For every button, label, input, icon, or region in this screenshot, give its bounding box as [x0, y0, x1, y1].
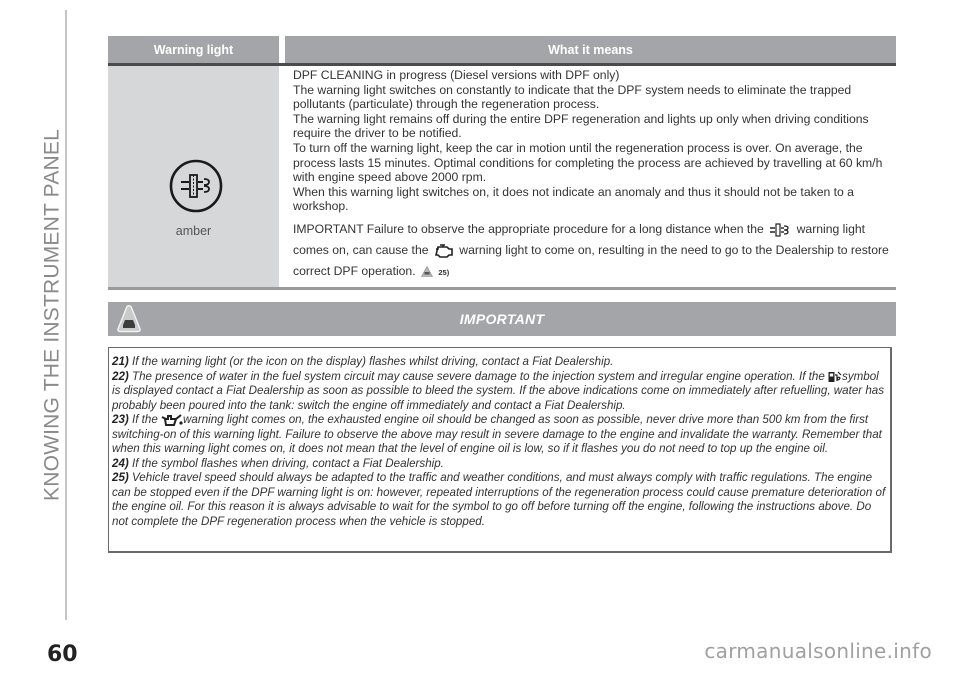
- note-reference[interactable]: 25): [438, 268, 449, 277]
- oil-pressure-icon: [161, 414, 183, 426]
- description-cell: DPF CLEANING in progress (Diesel version…: [279, 66, 896, 287]
- note-text: If the: [132, 413, 158, 426]
- section-title: KNOWING THE INSTRUMENT PANEL: [41, 10, 67, 620]
- important-paragraph: IMPORTANT Failure to observe the appropr…: [293, 219, 896, 283]
- warning-triangle-icon: [421, 266, 433, 278]
- description-paragraph: DPF CLEANING in progress (Diesel version…: [293, 68, 620, 82]
- page-number: 60: [47, 642, 78, 667]
- note-text: warning light comes on, the exhausted en…: [112, 413, 882, 455]
- note-item: 22) The presence of water in the fuel sy…: [112, 370, 890, 414]
- important-title: IMPORTANT: [459, 311, 545, 327]
- important-notes: 21) If the warning light (or the icon on…: [108, 347, 892, 553]
- lamp-color-label: amber: [175, 224, 212, 238]
- description-paragraph: To turn off the warning light, keep the …: [293, 140, 883, 185]
- warning-light-cell: amber: [108, 66, 279, 287]
- header-warning-light: Warning light: [108, 36, 279, 63]
- important-banner: IMPORTANT: [108, 302, 896, 336]
- note-text: If the warning light (or the icon on the…: [132, 355, 614, 368]
- engine-check-icon: [434, 243, 453, 258]
- note-number: 23): [112, 413, 129, 426]
- dpf-warning-icon: [169, 159, 223, 213]
- water-in-fuel-icon: [828, 371, 842, 382]
- note-number: 22): [112, 369, 129, 383]
- description-paragraph: The warning light switches on constantly…: [293, 82, 852, 112]
- note-text: Vehicle travel speed should always be ad…: [112, 471, 886, 528]
- description-paragraph: The warning light remains off during the…: [293, 111, 869, 141]
- dpf-warning-icon: [770, 223, 789, 237]
- note-item: 24) If the symbol flashes when driving, …: [112, 457, 890, 472]
- note-item: 21) If the warning light (or the icon on…: [112, 355, 890, 370]
- note-number: 21): [112, 355, 129, 368]
- note-number: 25): [112, 471, 129, 484]
- table-header: Warning light What it means: [108, 36, 896, 66]
- description-paragraph: When this warning light switches on, it …: [293, 184, 854, 214]
- watermark: carmanualsonline.info: [704, 639, 932, 663]
- note-text: The presence of water in the fuel system…: [132, 369, 825, 383]
- warning-light-table: Warning light What it means amber DPF CL…: [108, 36, 896, 290]
- note-number: 24): [112, 456, 129, 470]
- table-row: amber DPF CLEANING in progress (Diesel v…: [108, 66, 896, 290]
- important-text: IMPORTANT Failure to observe the appropr…: [293, 221, 764, 236]
- header-what-it-means: What it means: [285, 36, 896, 63]
- note-item: 25) Vehicle travel speed should always b…: [112, 471, 890, 529]
- warning-triangle-icon: [117, 305, 141, 333]
- note-text: If the symbol flashes when driving, cont…: [132, 456, 444, 470]
- note-item: 23) If the warning light comes on, the e…: [112, 413, 890, 457]
